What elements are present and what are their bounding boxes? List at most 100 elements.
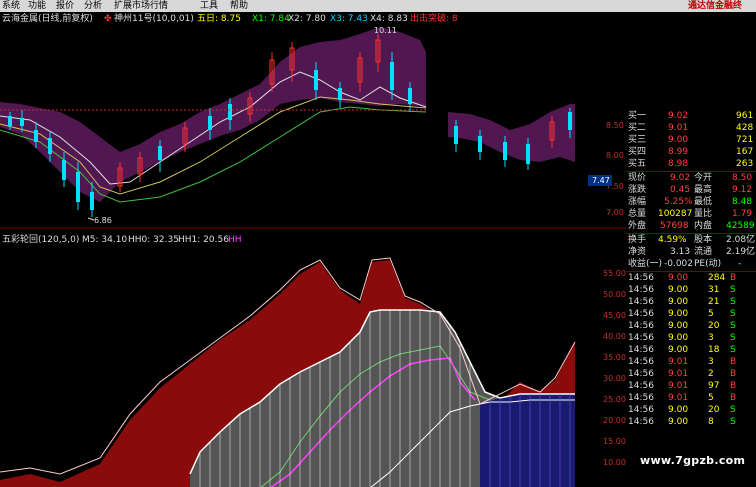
ob-vol: 167 [736,147,754,157]
tick-time: 14:56 [628,345,654,355]
blue-area [480,394,575,487]
menu-item-analysis[interactable]: 分析 [84,0,102,12]
tick-volume: 284 [708,273,726,283]
stat-label: 收益(一) [628,259,663,269]
charts-area[interactable]: 10.11 6.86 8.50 8.00 7.50 7.00 7.47 55.0… [0,12,626,487]
tick-time: 14:56 [628,381,654,391]
tick-direction: S [730,417,736,427]
tick-row: 14:56 9.00 5 S [626,308,756,320]
stat-label: 最低 [694,197,713,207]
stat-value: - [738,259,742,269]
stat-label: 换手 [628,235,647,245]
ob-vol: 428 [736,123,754,133]
tick-time: 14:56 [628,297,654,307]
stat-value: 8.48 [732,197,753,207]
stat-value: 9.12 [732,185,753,195]
tick-volume: 3 [708,333,714,343]
tick-direction: S [730,285,736,295]
stat-value: 9.02 [670,173,691,183]
menu-item-system[interactable]: 系统 [2,0,20,12]
bottom-y-tick: 25.00 [603,395,626,404]
tick-row: 14:56 9.01 5 B [626,392,756,404]
tick-row: 14:56 9.00 20 S [626,404,756,416]
stat-row: 涨跌 0.45 最高 9.12 [626,184,756,196]
ob-price: 9.01 [668,123,689,133]
bottom-indicator-panel: 55.00 50.00 45.00 40.00 35.00 30.00 25.0… [0,257,626,487]
stat-value: 8.50 [732,173,753,183]
hh-label: HH [228,235,242,245]
ob-label: 买五 [628,159,647,169]
watermark: www.7gpzb.com [640,454,746,467]
bottom-y-tick: 55.00 [603,269,626,278]
stat-label: 量比 [694,209,713,219]
order-book-row: 买三 9.00 721 [626,134,756,146]
tick-direction: S [730,321,736,331]
bottom-y-axis: 55.00 50.00 45.00 40.00 35.00 30.00 25.0… [603,269,626,467]
stat-label: 总量 [628,209,647,219]
tick-row: 14:56 9.00 31 S [626,284,756,296]
order-book-row: 买二 9.01 428 [626,122,756,134]
stat-row: 涨幅 5.25% 最低 8.48 [626,196,756,208]
tick-direction: S [730,297,736,307]
tick-list[interactable]: 14:56 9.00 284 B 14:56 9.00 31 S 14:56 9.00 21 S 14:… [626,272,756,462]
tick-volume: 18 [708,345,720,355]
tick-direction: B [730,381,737,391]
stat-row: 收益(一) -0.002 PE(动) - [626,258,756,270]
top-y-tick: 7.00 [606,208,624,217]
tick-row: 14:56 9.00 8 S [626,416,756,428]
tick-time: 14:56 [628,333,654,343]
menu-item-tools[interactable]: 工具 [200,0,218,12]
tick-row: 14:56 9.00 3 S [626,332,756,344]
bottom-y-tick: 20.00 [603,416,626,425]
bottom-y-tick: 40.00 [603,332,626,341]
stat-row: 换手 4.59% 股本 2.08亿 [626,234,756,246]
tick-time: 14:56 [628,321,654,331]
low-mark-label: 6.86 [94,216,112,225]
stat-label: 净资 [628,247,647,257]
ob-label: 买三 [628,135,647,145]
order-book-row: 买四 8.99 167 [626,146,756,158]
menu-item-quote[interactable]: 报价 [56,0,74,12]
tick-price: 9.00 [668,297,689,307]
stat-value: 57698 [660,221,689,231]
menu-item-help[interactable]: 帮助 [230,0,248,12]
tick-direction: B [730,273,737,283]
tick-price: 9.00 [668,309,689,319]
tick-volume: 3 [708,357,714,367]
tick-volume: 21 [708,297,720,307]
tick-row: 14:56 9.00 284 B [626,272,756,284]
bottom-y-tick: 15.00 [603,437,626,446]
stat-label: PE(动) [694,259,722,269]
bottom-y-tick: 10.00 [603,458,626,467]
ob-label: 买一 [628,111,647,121]
stat-row: 总量 100287 量比 1.79 [626,208,756,220]
tick-direction: B [730,369,737,379]
bottom-y-tick: 45.00 [603,311,626,320]
tick-price: 9.00 [668,333,689,343]
stat-label: 今开 [694,173,713,183]
tick-price: 9.00 [668,417,689,427]
bottom-y-tick: 30.00 [603,374,626,383]
stat-label: 流通 [694,247,713,257]
stat-value: 2.08亿 [726,235,756,245]
tick-volume: 20 [708,405,720,415]
tick-volume: 8 [708,417,714,427]
hh0-value: HH0: 32.35 [128,235,179,245]
tick-direction: B [730,393,737,403]
tick-time: 14:56 [628,357,654,367]
tick-price: 9.01 [668,381,689,391]
tick-volume: 2 [708,369,714,379]
menu-bar: 系统 功能 报价 分析 扩展市场行情 工具 帮助 通达信金融终 [0,0,756,12]
ob-price: 8.98 [668,159,689,169]
bottom-y-tick: 35.00 [603,353,626,362]
tick-price: 9.00 [668,405,689,415]
stat-label: 现价 [628,173,647,183]
ob-price: 9.00 [668,135,689,145]
promo-link[interactable]: 通达信金融终 [688,0,742,12]
stat-label: 涨幅 [628,197,647,207]
menu-item-ext-market[interactable]: 扩展市场行情 [114,0,168,12]
tick-time: 14:56 [628,393,654,403]
menu-item-function[interactable]: 功能 [28,0,46,12]
ob-label: 买四 [628,147,647,157]
high-mark-label: 10.11 [374,26,397,35]
